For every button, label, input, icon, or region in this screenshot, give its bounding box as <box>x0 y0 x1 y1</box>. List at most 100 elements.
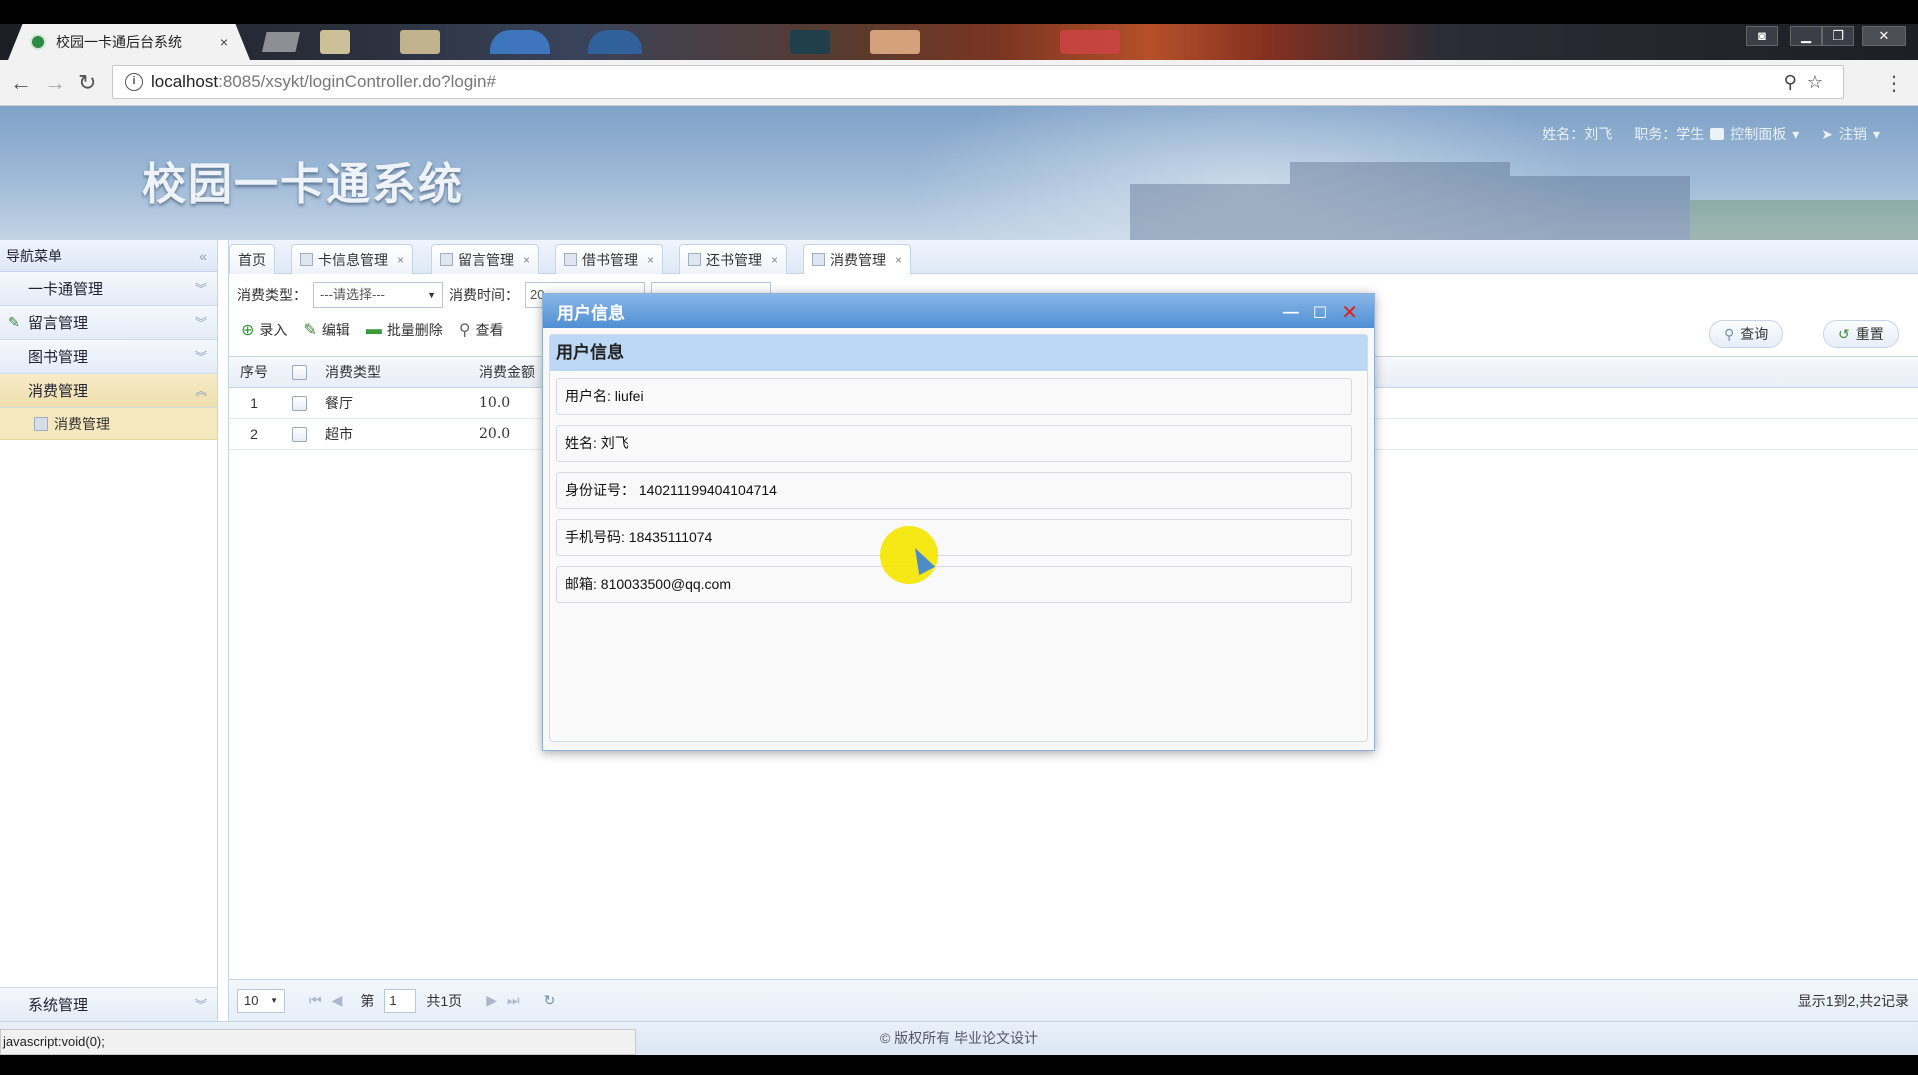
reload-icon[interactable]: ↻ <box>78 70 96 96</box>
tab-label: 还书管理 <box>706 251 762 268</box>
url-host: localhost <box>151 72 219 91</box>
minimize-window-button[interactable]: ▁ <box>1790 26 1822 46</box>
row-checkbox[interactable] <box>291 426 307 442</box>
user-switch-icon[interactable]: ◙ <box>1746 26 1778 46</box>
row-no: 2 <box>250 426 258 442</box>
add-label: 录入 <box>259 322 288 338</box>
send-icon: ➤ <box>1821 125 1833 142</box>
tab-return[interactable]: 还书管理 × <box>679 244 788 274</box>
sidebar-item-label: 图书管理 <box>28 349 89 366</box>
batch-delete-button[interactable]: ▬ 批量删除 <box>366 320 443 340</box>
close-icon[interactable]: ✕ <box>1341 300 1358 325</box>
chevron-down-icon: ▾ <box>1792 125 1800 142</box>
document-icon <box>300 253 313 266</box>
url-input[interactable]: i localhost :8085/xsykt/loginController.… <box>112 65 1844 99</box>
browser-menu-icon[interactable]: ⋮ <box>1884 71 1904 96</box>
last-page-icon[interactable]: ⏭ <box>507 992 520 1009</box>
first-page-icon[interactable]: ⏮ <box>309 992 322 1009</box>
control-panel-link[interactable]: 控制面板 <box>1730 124 1786 144</box>
dialog-title: 用户信息 <box>557 303 625 323</box>
document-icon <box>564 253 577 266</box>
view-button[interactable]: ⚲ 查看 <box>459 320 504 340</box>
tab-close-icon[interactable]: × <box>895 253 902 267</box>
taskbar-thumb <box>790 30 830 54</box>
header-type[interactable]: 消费类型 <box>319 362 473 382</box>
reset-button[interactable]: ↺ 重置 <box>1823 320 1899 348</box>
sidebar-item-books[interactable]: 图书管理 ︾ <box>0 340 217 374</box>
page-size-select[interactable]: 10 <box>237 988 285 1013</box>
pencil-icon: ✎ <box>8 314 20 330</box>
sidebar-title: 导航菜单 <box>6 247 62 264</box>
expand-icon: ︾ <box>194 350 207 364</box>
logout-link[interactable]: 注销 <box>1839 124 1867 144</box>
type-select[interactable]: ---请选择--- <box>313 282 443 308</box>
restore-window-button[interactable]: ❐ <box>1822 26 1854 46</box>
new-tab-button[interactable] <box>262 32 300 52</box>
tab-close-icon[interactable]: × <box>523 253 530 267</box>
tab-strip: 首页 卡信息管理 × 留言管理 × 借书管理 × 还书管理 × 消费管理 × <box>229 240 1918 274</box>
browser-tab[interactable]: 校园一卡通后台系统 × <box>8 24 250 60</box>
row-checkbox[interactable] <box>291 395 307 411</box>
query-button[interactable]: ⚲ 查询 <box>1709 320 1784 348</box>
type-filter-label: 消费类型： <box>237 287 307 303</box>
refresh-icon[interactable]: ↻ <box>544 992 556 1009</box>
next-page-icon[interactable]: ▶ <box>486 992 497 1009</box>
tab-card-info[interactable]: 卡信息管理 × <box>291 244 414 274</box>
banner-building <box>1130 184 1290 240</box>
user-name-label: 姓名：刘飞 <box>1542 126 1613 142</box>
user-role-label: 职务：学生 <box>1634 126 1705 142</box>
forward-arrow-icon[interactable]: → <box>44 70 66 96</box>
panel-title: 用户信息 <box>550 335 1367 371</box>
tab-close-icon[interactable]: × <box>647 253 654 267</box>
tab-close-icon[interactable]: × <box>397 253 404 267</box>
tab-consumption[interactable]: 消费管理 × <box>803 244 912 274</box>
sidebar-item-consumption[interactable]: 消费管理 ︽ <box>0 374 217 408</box>
sidebar-subitem-consumption[interactable]: 消费管理 <box>0 408 217 440</box>
reset-label: 重置 <box>1855 326 1884 342</box>
document-icon <box>34 416 48 431</box>
page-prefix: 第 <box>360 992 375 1009</box>
close-window-button[interactable]: ✕ <box>1862 26 1906 46</box>
bookmark-star-icon[interactable]: ⚲☆ <box>1784 72 1833 93</box>
taskbar-thumb <box>870 30 920 54</box>
dialog-tools: — ☐ ✕ <box>1283 300 1358 325</box>
page-summary: 显示1到2,共2记录 <box>1797 992 1909 1009</box>
sidebar-item-card[interactable]: 一卡通管理 ︾ <box>0 272 217 306</box>
prev-page-icon[interactable]: ◀ <box>332 992 343 1009</box>
taskbar-thumb <box>320 30 350 54</box>
minimize-icon[interactable]: — <box>1283 304 1299 322</box>
edit-button[interactable]: ✎ 编辑 <box>303 320 349 340</box>
maximize-icon[interactable]: ☐ <box>1313 303 1327 323</box>
page-number-input[interactable]: 1 <box>384 988 417 1013</box>
minus-box-icon: ▬ <box>365 321 382 338</box>
select-all-checkbox[interactable] <box>291 364 307 380</box>
sidebar-item-message[interactable]: ✎ 留言管理 ︾ <box>0 306 217 340</box>
document-icon <box>688 253 701 266</box>
sidebar-item-system[interactable]: 系统管理 ︾ <box>0 987 217 1021</box>
collapse-icon: ︽ <box>194 384 207 398</box>
plus-circle-icon: ⊕ <box>241 322 255 339</box>
view-label: 查看 <box>475 322 504 338</box>
info-icon[interactable]: i <box>125 73 143 91</box>
add-button[interactable]: ⊕ 录入 <box>241 320 287 340</box>
batch-delete-label: 批量删除 <box>386 322 443 338</box>
tab-home[interactable]: 首页 <box>229 244 275 274</box>
taskbar-thumb <box>490 30 550 54</box>
dialog-title-bar[interactable]: 用户信息 — ☐ ✕ <box>543 294 1374 328</box>
user-info-dialog: 用户信息 — ☐ ✕ 用户信息 用户名: liufei 姓名: 刘飞 身份证号：… <box>542 293 1375 751</box>
tab-message[interactable]: 留言管理 × <box>431 244 540 274</box>
tab-close-icon[interactable]: × <box>771 253 778 267</box>
collapse-sidebar-icon[interactable]: « <box>199 248 207 264</box>
sidebar: 导航菜单 « 一卡通管理 ︾ ✎ 留言管理 ︾ 图书管理 ︾ 消费管理 ︽ 消费… <box>0 240 218 1021</box>
tab-borrow[interactable]: 借书管理 × <box>555 244 664 274</box>
chevron-down-icon: ▾ <box>1872 125 1880 142</box>
tab-label: 消费管理 <box>830 251 886 268</box>
tab-close-icon[interactable]: × <box>220 34 228 50</box>
expand-icon: ︾ <box>194 998 207 1012</box>
row-no: 1 <box>250 395 258 411</box>
back-arrow-icon[interactable]: ← <box>10 70 32 96</box>
document-icon <box>440 253 453 266</box>
row-checkbox-cell <box>279 426 319 442</box>
id-card-field: 身份证号： 140211199404104714 <box>556 472 1352 509</box>
pencil-icon: ✎ <box>303 322 317 339</box>
